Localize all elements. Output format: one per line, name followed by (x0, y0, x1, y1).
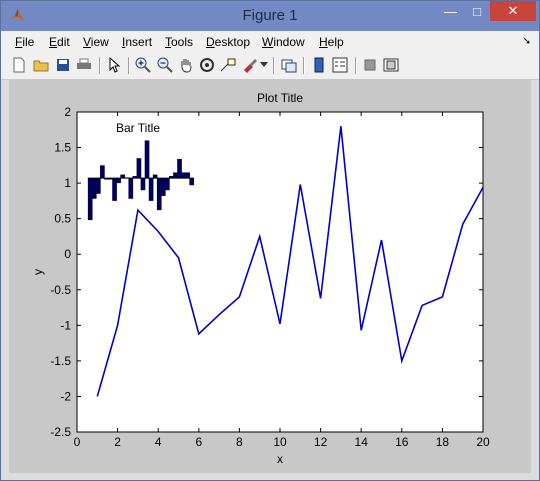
bar (177, 158, 182, 179)
minimize-icon: — (444, 3, 457, 19)
x-tick-label: 0 (74, 435, 81, 449)
bar (148, 178, 154, 201)
y-tick-label: 0 (64, 247, 71, 261)
colorbar-icon[interactable] (310, 56, 328, 74)
x-tick-label: 18 (436, 435, 450, 449)
figure-window: Figure 1 — □ ✕ File Edit View Insert Too… (0, 0, 540, 481)
bar (87, 178, 93, 221)
figure-toolbar (1, 53, 539, 80)
save-icon[interactable] (54, 56, 72, 74)
toolbar-separator (99, 57, 101, 74)
menu-edit[interactable]: Edit (49, 35, 70, 49)
y-tick-label: 2 (64, 105, 71, 119)
close-button[interactable]: ✕ (490, 1, 536, 21)
pointer-icon[interactable] (105, 56, 123, 74)
bar (100, 165, 105, 179)
toolbar-separator (128, 57, 130, 74)
bar (185, 172, 190, 179)
x-tick-label: 14 (355, 435, 369, 449)
close-icon: ✕ (507, 3, 519, 18)
y-axis-label: y (31, 269, 45, 275)
hide-plot-tools-icon[interactable] (361, 56, 379, 74)
link-plot-icon[interactable] (280, 56, 298, 74)
title-bar[interactable]: Figure 1 — □ ✕ (1, 1, 539, 31)
menu-desktop[interactable]: Desktop (206, 35, 250, 49)
brush-icon[interactable] (240, 56, 258, 74)
x-tick-label: 2 (114, 435, 121, 449)
bar (116, 178, 121, 184)
zoom-out-icon[interactable] (156, 56, 174, 74)
menu-bar: File Edit View Insert Tools Desktop Wind… (1, 31, 539, 53)
menu-view[interactable]: View (83, 35, 109, 49)
y-tick-label: 1 (64, 176, 71, 190)
menu-insert[interactable]: Insert (122, 35, 152, 49)
minimize-button[interactable]: — (437, 1, 464, 21)
bar (112, 178, 117, 201)
x-tick-label: 10 (273, 435, 287, 449)
dock-arrow-icon[interactable]: ➘ (523, 36, 531, 47)
brush-dropdown-icon[interactable] (259, 56, 269, 74)
bar (165, 178, 170, 191)
x-tick-label: 6 (195, 435, 202, 449)
bar-title: Bar Title (116, 121, 160, 135)
bar (160, 178, 166, 196)
maximize-button[interactable]: □ (464, 1, 490, 21)
bar (152, 174, 158, 179)
y-tick-label: -2.5 (50, 425, 71, 439)
x-axis-label: x (277, 452, 283, 466)
zoom-in-icon[interactable] (134, 56, 152, 74)
x-tick-label: 8 (236, 435, 243, 449)
bar (144, 140, 150, 179)
figure-canvas: 0 2 4 6 8 10 12 14 16 18 20 2 1.5 1 0.5 0 -0.5 -1 -1.5 -2 -2… (9, 80, 531, 473)
legend-icon[interactable] (331, 56, 349, 74)
x-tick-label: 16 (395, 435, 409, 449)
y-tick-label: -2 (60, 389, 71, 403)
open-folder-icon[interactable] (32, 56, 50, 74)
y-tick-label: 0.5 (54, 212, 71, 226)
bar (128, 178, 134, 199)
bar (173, 172, 178, 179)
plot-title: Plot Title (257, 91, 303, 105)
maximize-icon: □ (473, 3, 481, 19)
menu-window[interactable]: Window (262, 35, 305, 49)
y-tick-label: -1 (60, 318, 71, 332)
y-tick-label: -0.5 (50, 283, 71, 297)
bar (120, 174, 126, 179)
toolbar-separator (273, 57, 275, 74)
y-tick-label: -1.5 (50, 354, 71, 368)
pan-hand-icon[interactable] (177, 56, 195, 74)
x-tick-label: 20 (476, 435, 490, 449)
plot-svg[interactable]: 0 2 4 6 8 10 12 14 16 18 20 2 1.5 1 0.5 0 -0.5 -1 -1.5 -2 -2… (9, 80, 531, 473)
bar (156, 178, 162, 211)
x-tick-label: 12 (314, 435, 328, 449)
menu-tools[interactable]: Tools (165, 35, 193, 49)
print-icon[interactable] (75, 56, 93, 74)
new-file-icon[interactable] (10, 56, 28, 74)
rotate-3d-icon[interactable] (198, 56, 216, 74)
bar (181, 172, 186, 179)
bar (91, 178, 97, 199)
toolbar-separator (303, 57, 305, 74)
bar (189, 178, 195, 186)
y-tick-label: 1.5 (54, 141, 71, 155)
bar (140, 178, 146, 191)
show-plot-tools-icon[interactable] (382, 56, 400, 74)
x-tick-label: 4 (155, 435, 162, 449)
menu-help[interactable]: Help (319, 35, 344, 49)
menu-file[interactable]: File (15, 35, 34, 49)
toolbar-separator (355, 57, 357, 74)
bar (95, 178, 101, 194)
data-cursor-icon[interactable] (219, 56, 237, 74)
bar (136, 158, 142, 179)
